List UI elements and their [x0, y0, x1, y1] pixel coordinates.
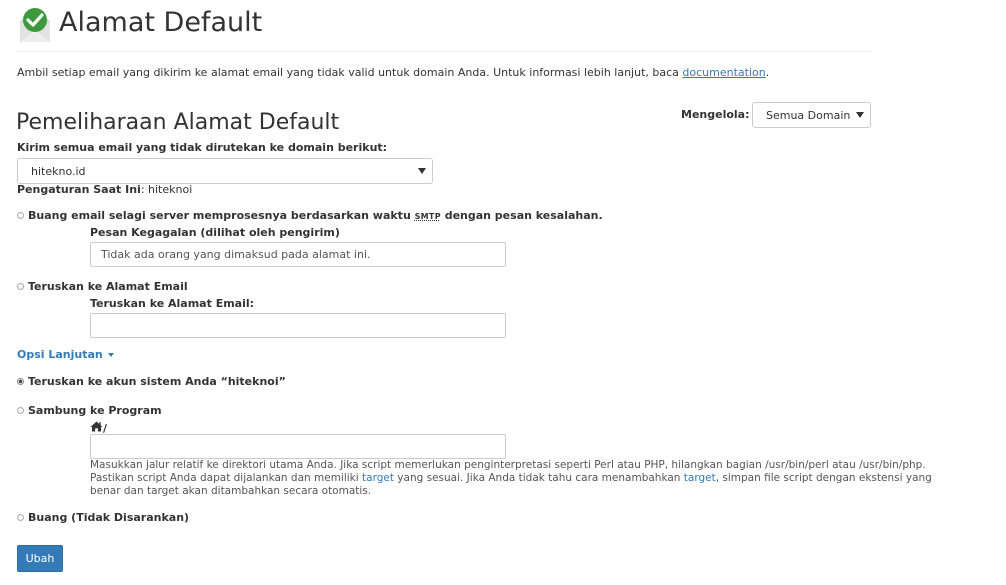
- radio-pipe-program[interactable]: [17, 407, 24, 414]
- target-link[interactable]: target: [362, 472, 394, 484]
- page-title: Alamat Default: [59, 7, 263, 38]
- help-text-part: yang sesuai. Jika Anda tidak tahu cara m…: [393, 472, 684, 484]
- option-discard-label: Buang (Tidak Disarankan): [28, 511, 190, 524]
- manage-select-value: Semua Domain: [766, 108, 851, 122]
- smtp-abbr: SMTP: [414, 212, 441, 221]
- manage-domain-select[interactable]: Semua Domain: [752, 102, 871, 128]
- program-path-input[interactable]: [90, 434, 506, 459]
- option-discard-bounce-text: Buang email selagi server memprosesnya b…: [28, 209, 415, 222]
- chevron-down-icon: [856, 112, 864, 118]
- advanced-options-toggle[interactable]: Opsi Lanjutan: [17, 348, 114, 362]
- domain-select-value: hitekno.id: [31, 164, 86, 178]
- chevron-down-icon: [418, 168, 426, 174]
- envelope-check-icon: [19, 7, 51, 43]
- option-discard-bounce-label: Buang email selagi server memprosesnya b…: [28, 209, 603, 224]
- section-title: Pemeliharaan Alamat Default: [16, 110, 340, 135]
- current-setting-label: Pengaturan Saat Ini: [17, 183, 141, 196]
- forward-email-input[interactable]: [90, 313, 506, 338]
- change-button[interactable]: Ubah: [17, 545, 63, 572]
- domain-select[interactable]: hitekno.id: [17, 158, 433, 184]
- description-suffix: .: [765, 66, 770, 79]
- current-setting: Pengaturan Saat Ini: hiteknoi: [17, 183, 192, 197]
- current-setting-value: : hiteknoi: [140, 183, 193, 196]
- radio-forward-email[interactable]: [17, 283, 24, 290]
- caret-down-icon: [107, 353, 114, 357]
- page-description: Ambil setiap email yang dikirim ke alama…: [17, 66, 769, 80]
- description-text: Ambil setiap email yang dikirim ke alama…: [17, 66, 683, 79]
- forward-email-field-label: Teruskan ke Alamat Email:: [90, 297, 255, 310]
- domain-label: Kirim semua email yang tidak dirutekan k…: [17, 141, 388, 154]
- option-discard-bounce-suffix: dengan pesan kesalahan.: [440, 209, 603, 222]
- option-forward-email-label: Teruskan ke Alamat Email: [28, 280, 188, 293]
- radio-discard-bounce[interactable]: [17, 212, 24, 219]
- option-forward-system-label: Teruskan ke akun sistem Anda “hiteknoi”: [28, 375, 286, 388]
- header-divider: [16, 51, 872, 52]
- target-link[interactable]: target: [684, 472, 716, 484]
- program-help-text: Masukkan jalur relatif ke direktori utam…: [90, 459, 952, 498]
- failure-message-input[interactable]: Tidak ada orang yang dimaksud pada alama…: [90, 242, 506, 267]
- failure-message-value: Tidak ada orang yang dimaksud pada alama…: [101, 248, 371, 261]
- manage-label: Mengelola:: [681, 108, 750, 121]
- option-pipe-program-label: Sambung ke Program: [28, 404, 162, 417]
- failure-message-label: Pesan Kegagalan (dilihat oleh pengirim): [90, 226, 340, 239]
- radio-forward-system[interactable]: [17, 378, 24, 385]
- documentation-link[interactable]: documentation: [682, 66, 765, 79]
- advanced-options-label: Opsi Lanjutan: [17, 348, 103, 361]
- radio-discard[interactable]: [17, 514, 24, 521]
